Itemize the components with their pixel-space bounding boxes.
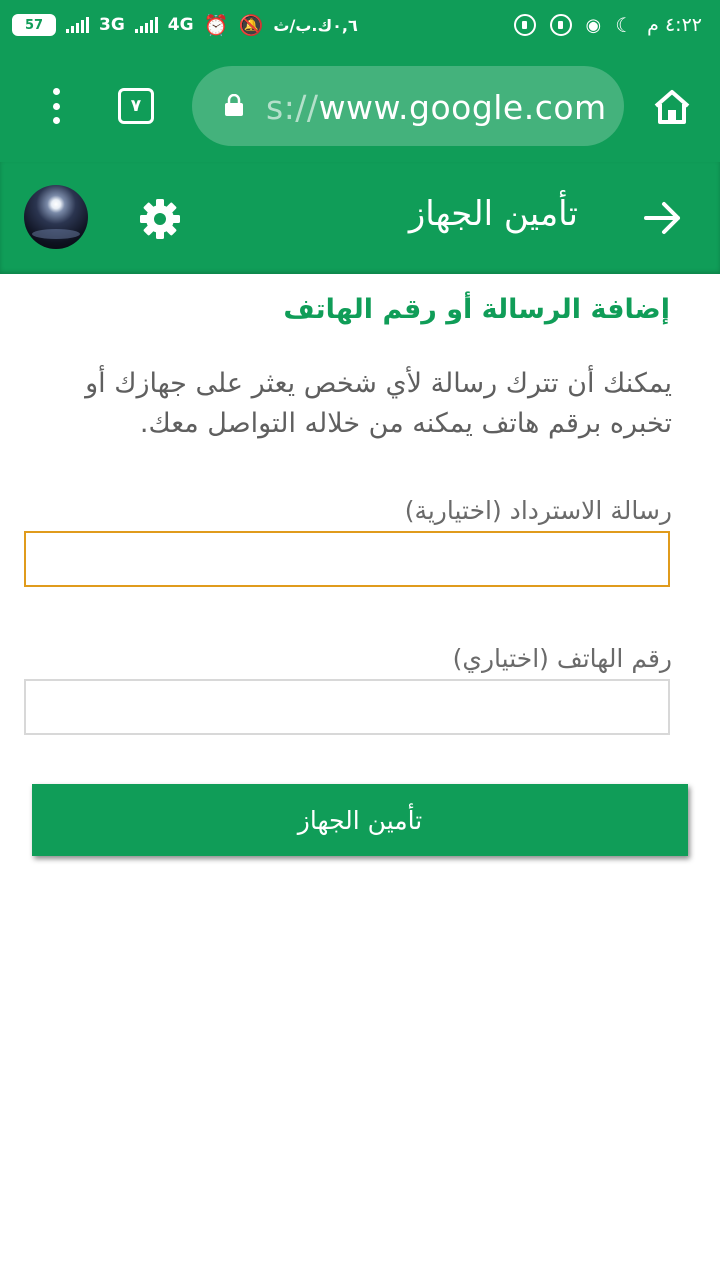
home-icon[interactable] [652,88,692,126]
secure-device-button[interactable]: تأمين الجهاز [32,784,688,856]
recovery-message-input[interactable] [24,531,670,587]
status-right: ◉ ☾ ٤:٢٢ م [513,10,702,40]
avatar[interactable] [24,185,88,249]
notification-icon [549,14,572,36]
lock-icon [225,94,243,116]
recovery-message-label: رسالة الاسترداد (اختيارية) [404,496,672,525]
clock-time: ٤:٢٢ م [647,14,702,36]
description-text: يمكنك أن تترك رسالة لأي شخص يعثر على جها… [85,368,672,439]
battery-indicator: 57 [12,14,56,36]
signal-icon [134,17,158,33]
gear-icon[interactable] [138,197,182,241]
sync-icon: ◉ [585,14,602,36]
alarm-icon: ⏰ [203,13,229,37]
phone-number-input[interactable] [24,679,670,735]
notification-icon [513,14,536,36]
muted-bell-icon: 🔕 [238,13,264,37]
network-type-4g: 4G [167,15,194,35]
phone-number-label: رقم الهاتف (اختياري) [452,644,672,673]
network-speed: ٠,٦ك.ب/ث [273,15,358,35]
tab-switcher-button[interactable]: ٧ [118,88,154,124]
back-arrow-icon[interactable] [644,200,682,236]
address-bar[interactable]: s://www.google.com [192,66,624,146]
status-left: 57 3G 4G ⏰ 🔕 ٠,٦ك.ب/ث [12,10,358,40]
overflow-menu-icon[interactable] [44,88,68,124]
do-not-disturb-moon-icon: ☾ [615,13,634,37]
network-type-3g: 3G [99,15,125,35]
url-text[interactable]: s://www.google.com [266,88,607,127]
signal-icon [66,17,89,33]
app-header: تأمين الجهاز [0,162,720,274]
section-heading: إضافة الرسالة أو رقم الهاتف [283,294,670,325]
status-bar: 57 3G 4G ⏰ 🔕 ٠,٦ك.ب/ث ◉ ☾ ٤:٢٢ م [0,0,720,50]
page-title: تأمين الجهاز [408,194,578,234]
browser-toolbar: ٧ s://www.google.com [0,50,720,162]
